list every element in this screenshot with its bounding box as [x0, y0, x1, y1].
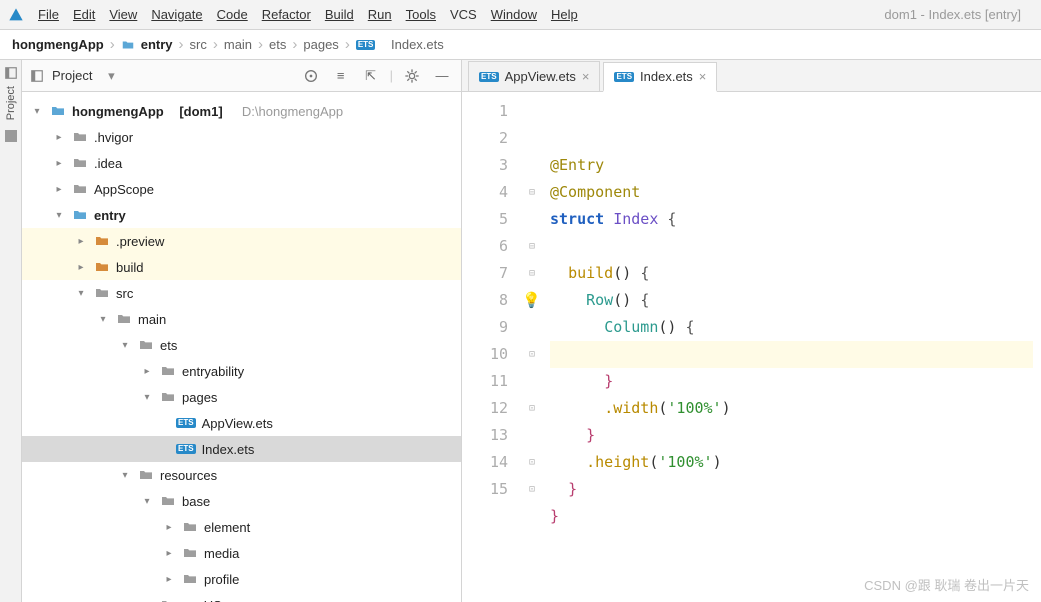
sidestrip-tool[interactable] — [5, 130, 17, 142]
project-tree[interactable]: ▾hongmengApp [dom1] D:\hongmengApp ▸.hvi… — [22, 92, 461, 602]
crumb-project[interactable]: hongmengApp — [12, 37, 104, 52]
bulb-icon[interactable]: 💡 — [522, 291, 541, 309]
fold-strip: ⊟ ⊟⊟💡 ⊡ ⊡ ⊡⊡ — [522, 92, 542, 602]
editor-body[interactable]: 123456789101112131415 ⊟ ⊟⊟💡 ⊡ ⊡ ⊡⊡ @Entr… — [462, 92, 1041, 602]
tree-media[interactable]: ▸media — [22, 540, 461, 566]
menu-refactor[interactable]: Refactor — [262, 7, 311, 22]
project-view-icon — [30, 69, 44, 83]
crumb-pages[interactable]: pages — [303, 37, 338, 52]
folder-icon — [138, 337, 154, 353]
folder-icon — [160, 363, 176, 379]
folder-icon — [138, 467, 154, 483]
tree-appview-file[interactable]: ETSAppView.ets — [22, 410, 461, 436]
folder-icon — [94, 233, 110, 249]
module-icon — [50, 103, 66, 119]
tree-index-file[interactable]: ETSIndex.ets — [22, 436, 461, 462]
tree-preview[interactable]: ▸.preview — [22, 228, 461, 254]
module-icon — [72, 207, 88, 223]
menu-navigate[interactable]: Navigate — [151, 7, 202, 22]
folder-icon — [72, 181, 88, 197]
tree-element[interactable]: ▸element — [22, 514, 461, 540]
crumb-src[interactable]: src — [190, 37, 207, 52]
window-title: dom1 - Index.ets [entry] — [884, 7, 1033, 22]
tree-pages[interactable]: ▾pages — [22, 384, 461, 410]
menubar: File Edit View Navigate Code Refactor Bu… — [0, 0, 1041, 30]
editor: ETSAppView.ets× ETSIndex.ets× 1234567891… — [462, 60, 1041, 602]
tree-src[interactable]: ▾src — [22, 280, 461, 306]
tree-profile[interactable]: ▸profile — [22, 566, 461, 592]
editor-tabs: ETSAppView.ets× ETSIndex.ets× — [462, 60, 1041, 92]
collapse-all-button[interactable]: ⇱ — [360, 65, 382, 87]
folder-icon — [94, 285, 110, 301]
ets-file-icon: ETS — [479, 72, 499, 82]
tree-root[interactable]: ▾hongmengApp [dom1] D:\hongmengApp — [22, 98, 461, 124]
folder-icon — [182, 519, 198, 535]
menu-help[interactable]: Help — [551, 7, 578, 22]
project-tool-icon[interactable] — [4, 66, 18, 80]
menu-file[interactable]: File — [38, 7, 59, 22]
tree-appscope[interactable]: ▸AppScope — [22, 176, 461, 202]
app-logo — [8, 7, 24, 23]
settings-button[interactable] — [401, 65, 423, 87]
tree-idea[interactable]: ▸.idea — [22, 150, 461, 176]
tree-resources[interactable]: ▾resources — [22, 462, 461, 488]
ets-file-icon: ETS — [176, 444, 196, 454]
menu-window[interactable]: Window — [491, 7, 537, 22]
tree-en-us[interactable]: ▸en_US — [22, 592, 461, 602]
folder-icon — [160, 493, 176, 509]
code-area[interactable]: @Entry @Component struct Index { build()… — [542, 92, 1041, 602]
tree-base[interactable]: ▾base — [22, 488, 461, 514]
menu-edit[interactable]: Edit — [73, 7, 95, 22]
hide-button[interactable]: — — [431, 65, 453, 87]
ets-badge-icon: ETS — [356, 40, 376, 50]
project-panel: Project ▾ ≡ ⇱ | — ▾hongmengApp [dom1] D:… — [22, 60, 462, 602]
tree-ets[interactable]: ▾ets — [22, 332, 461, 358]
crumb-main[interactable]: main — [224, 37, 252, 52]
folder-icon — [160, 597, 176, 602]
crumb-entry[interactable]: entry — [121, 37, 173, 52]
folder-icon — [94, 259, 110, 275]
menu-view[interactable]: View — [109, 7, 137, 22]
close-icon[interactable]: × — [699, 69, 707, 84]
sidestrip-project[interactable]: Project — [5, 86, 17, 120]
tree-hvigor[interactable]: ▸.hvigor — [22, 124, 461, 150]
folder-icon — [160, 389, 176, 405]
tree-entry[interactable]: ▾entry — [22, 202, 461, 228]
folder-icon — [182, 571, 198, 587]
project-title[interactable]: Project ▾ — [52, 68, 115, 84]
ets-file-icon: ETS — [176, 418, 196, 428]
menu-run[interactable]: Run — [368, 7, 392, 22]
crumb-ets[interactable]: ets — [269, 37, 286, 52]
menu-build[interactable]: Build — [325, 7, 354, 22]
folder-icon — [72, 129, 88, 145]
gutter: 123456789101112131415 — [462, 92, 522, 602]
breadcrumb: hongmengApp › entry › src › main › ets ›… — [0, 30, 1041, 60]
menu-code[interactable]: Code — [217, 7, 248, 22]
expand-all-button[interactable]: ≡ — [330, 65, 352, 87]
folder-icon — [72, 155, 88, 171]
tab-appview[interactable]: ETSAppView.ets× — [468, 61, 600, 91]
folder-icon — [116, 311, 132, 327]
watermark: CSDN @跟 耿瑞 卷出一片天 — [864, 575, 1029, 594]
tree-main[interactable]: ▾main — [22, 306, 461, 332]
menu-tools[interactable]: Tools — [406, 7, 436, 22]
crumb-index[interactable]: ETS Index.ets — [356, 37, 444, 52]
close-icon[interactable]: × — [582, 69, 590, 84]
tab-index[interactable]: ETSIndex.ets× — [603, 62, 717, 92]
sidestrip: Project — [0, 60, 22, 602]
folder-icon — [182, 545, 198, 561]
tree-entryability[interactable]: ▸entryability — [22, 358, 461, 384]
gear-icon — [404, 68, 420, 84]
menu-vcs[interactable]: VCS — [450, 7, 477, 22]
locate-button[interactable] — [300, 65, 322, 87]
project-header: Project ▾ ≡ ⇱ | — — [22, 60, 461, 92]
ets-file-icon: ETS — [614, 72, 634, 82]
tree-build[interactable]: ▸build — [22, 254, 461, 280]
